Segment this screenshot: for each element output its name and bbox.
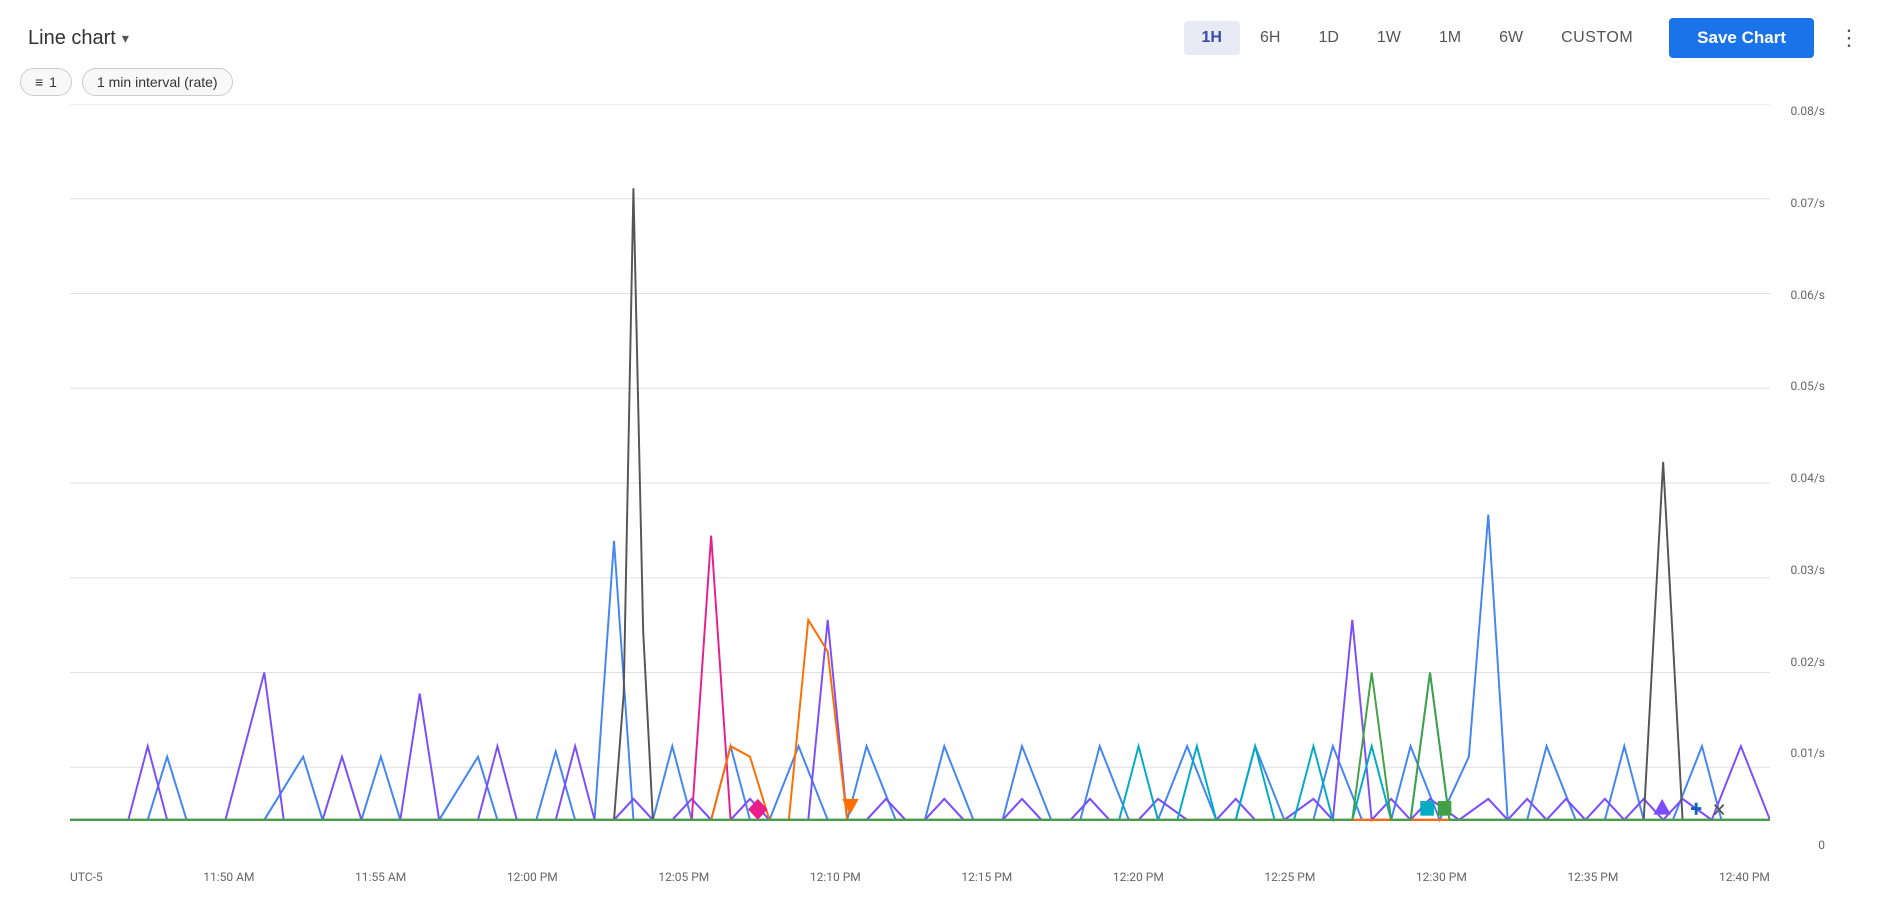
x-label-1200: 12:00 PM bbox=[507, 870, 558, 884]
marker-x-gray: ✕ bbox=[1712, 800, 1727, 822]
x-label-1235: 12:35 PM bbox=[1567, 870, 1618, 884]
y-label-2: 0.06/s bbox=[1790, 288, 1825, 302]
marker-square-teal bbox=[1420, 801, 1434, 816]
x-axis-labels: UTC-5 11:50 AM 11:55 AM 12:00 PM 12:05 P… bbox=[70, 862, 1770, 892]
x-label-1210: 12:10 PM bbox=[810, 870, 861, 884]
filter-icon: ≡ bbox=[35, 74, 43, 90]
filter-count: 1 bbox=[49, 74, 57, 90]
more-options-button[interactable]: ⋮ bbox=[1828, 21, 1870, 55]
y-label-1: 0.07/s bbox=[1790, 196, 1825, 210]
chart-type-button[interactable]: Line chart ▾ bbox=[20, 23, 137, 54]
time-range-buttons: 1H 6H 1D 1W 1M 6W CUSTOM bbox=[1184, 21, 1652, 55]
marker-square-green bbox=[1438, 801, 1452, 816]
chart-svg: + ✕ bbox=[70, 104, 1770, 862]
line-green bbox=[70, 673, 1770, 820]
chart-area: 0.08/s 0.07/s 0.06/s 0.05/s 0.04/s 0.03/… bbox=[20, 104, 1830, 892]
time-btn-1h[interactable]: 1H bbox=[1184, 21, 1240, 55]
x-label-1230: 12:30 PM bbox=[1416, 870, 1467, 884]
line-purple bbox=[70, 620, 1770, 820]
time-btn-1w[interactable]: 1W bbox=[1359, 21, 1419, 55]
save-chart-button[interactable]: Save Chart bbox=[1669, 18, 1814, 58]
line-blue bbox=[70, 515, 1770, 820]
chart-type-arrow-icon: ▾ bbox=[122, 30, 129, 47]
chart-type-label: Line chart bbox=[28, 27, 116, 50]
x-label-1205: 12:05 PM bbox=[658, 870, 709, 884]
y-label-4: 0.04/s bbox=[1790, 471, 1825, 485]
y-label-6: 0.02/s bbox=[1790, 655, 1825, 669]
time-btn-6w[interactable]: 6W bbox=[1481, 21, 1541, 55]
line-orange bbox=[70, 620, 1770, 820]
x-label-utc: UTC-5 bbox=[70, 870, 103, 884]
y-label-5: 0.03/s bbox=[1790, 563, 1825, 577]
line-darkgray bbox=[70, 188, 1770, 820]
time-btn-6h[interactable]: 6H bbox=[1242, 21, 1298, 55]
x-label-1240: 12:40 PM bbox=[1719, 870, 1770, 884]
x-label-1215: 12:15 PM bbox=[961, 870, 1012, 884]
x-label-1225: 12:25 PM bbox=[1264, 870, 1315, 884]
y-label-3: 0.05/s bbox=[1790, 379, 1825, 393]
x-label-1155: 11:55 AM bbox=[355, 870, 406, 884]
y-label-8: 0 bbox=[1818, 838, 1825, 852]
page-header: Line chart ▾ 1H 6H 1D 1W 1M 6W CUSTOM Sa… bbox=[0, 0, 1890, 68]
x-label-1150: 11:50 AM bbox=[203, 870, 254, 884]
filter-button[interactable]: ≡ 1 bbox=[20, 68, 72, 96]
chart-container: 0.08/s 0.07/s 0.06/s 0.05/s 0.04/s 0.03/… bbox=[0, 104, 1890, 892]
sub-header: ≡ 1 1 min interval (rate) bbox=[0, 68, 1890, 104]
line-pink bbox=[70, 536, 1770, 820]
interval-button[interactable]: 1 min interval (rate) bbox=[82, 68, 233, 96]
time-btn-1d[interactable]: 1D bbox=[1300, 21, 1356, 55]
marker-triangle-purple bbox=[1653, 799, 1670, 815]
y-label-0: 0.08/s bbox=[1790, 104, 1825, 118]
line-teal bbox=[70, 673, 1770, 820]
marker-plus-blue: + bbox=[1690, 796, 1702, 823]
time-btn-custom[interactable]: CUSTOM bbox=[1543, 21, 1651, 55]
time-btn-1m[interactable]: 1M bbox=[1421, 21, 1479, 55]
y-label-7: 0.01/s bbox=[1790, 746, 1825, 760]
y-axis-labels: 0.08/s 0.07/s 0.06/s 0.05/s 0.04/s 0.03/… bbox=[1775, 104, 1830, 852]
x-label-1220: 12:20 PM bbox=[1113, 870, 1164, 884]
